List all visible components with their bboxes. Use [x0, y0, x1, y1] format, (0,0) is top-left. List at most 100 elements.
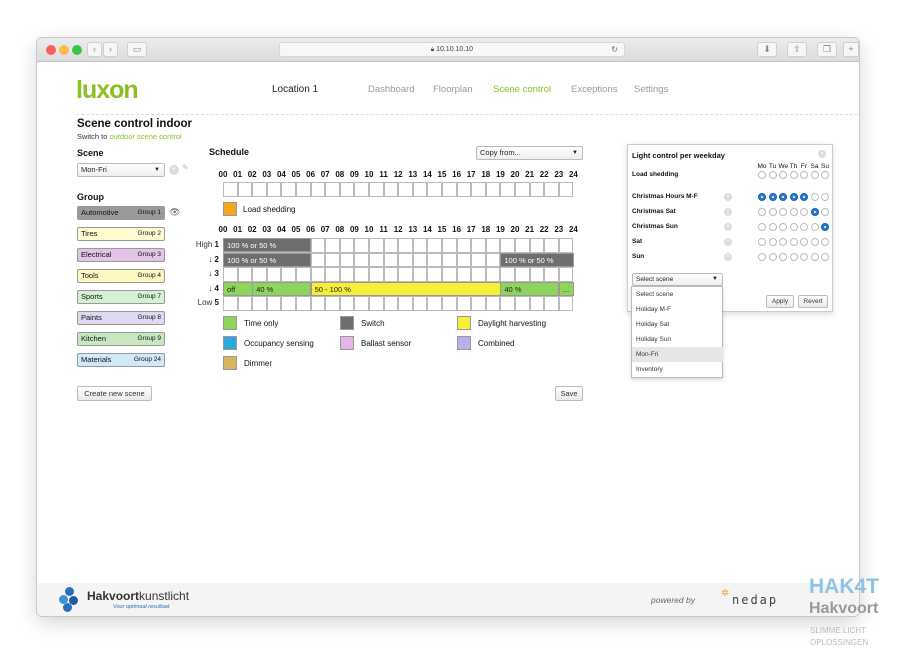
weekday-radio[interactable]: [758, 193, 766, 201]
schedule-cell[interactable]: [471, 267, 486, 282]
schedule-cell[interactable]: [442, 267, 457, 282]
schedule-cell[interactable]: [310, 296, 326, 311]
schedule-cell[interactable]: [485, 252, 501, 268]
schedule-cell[interactable]: [471, 252, 486, 268]
schedule-cell[interactable]: [442, 252, 457, 268]
load-shedding-cell[interactable]: [296, 182, 311, 197]
schedule-cell[interactable]: [544, 296, 559, 311]
schedule-cell[interactable]: [296, 267, 311, 282]
load-shedding-cell[interactable]: [383, 182, 399, 197]
weekday-radio[interactable]: [758, 208, 766, 216]
schedule-cell[interactable]: [281, 296, 296, 311]
load-shedding-cell[interactable]: [354, 182, 369, 197]
dropdown-option[interactable]: Holiday Sat: [632, 317, 723, 332]
remove-row-icon[interactable]: ×: [724, 193, 732, 201]
weekday-radio[interactable]: [800, 253, 808, 261]
load-shedding-cell[interactable]: [500, 182, 515, 197]
weekday-radio[interactable]: [758, 253, 766, 261]
weekday-radio[interactable]: [779, 193, 787, 201]
schedule-cell[interactable]: [456, 252, 472, 268]
schedule-cell[interactable]: [325, 296, 340, 311]
schedule-cell[interactable]: [485, 238, 501, 253]
weekday-radio[interactable]: [810, 223, 819, 231]
schedule-cell[interactable]: [252, 267, 267, 282]
schedule-cell[interactable]: [369, 296, 384, 311]
load-shedding-cell[interactable]: [515, 182, 530, 197]
load-shedding-cell[interactable]: [310, 182, 326, 197]
eye-icon[interactable]: 👁︎: [169, 207, 180, 218]
weekday-radio[interactable]: [789, 171, 798, 179]
schedule-cell[interactable]: [237, 267, 253, 282]
remove-row-icon[interactable]: ×: [724, 208, 732, 216]
schedule-cell[interactable]: [442, 296, 457, 311]
weekday-radio[interactable]: [821, 208, 829, 216]
schedule-cell[interactable]: [412, 238, 428, 253]
schedule-cell[interactable]: [558, 267, 574, 282]
schedule-cell[interactable]: [456, 267, 472, 282]
schedule-cell[interactable]: [325, 238, 340, 253]
schedule-cell[interactable]: [500, 267, 515, 282]
weekday-radio[interactable]: [779, 253, 787, 261]
load-shedding-cell[interactable]: [412, 182, 428, 197]
weekday-radio[interactable]: [758, 223, 766, 231]
schedule-cell[interactable]: [383, 267, 399, 282]
schedule-cell[interactable]: [223, 267, 238, 282]
weekday-radio[interactable]: [768, 238, 777, 246]
dropdown-option[interactable]: Select scene: [632, 287, 723, 302]
schedule-cell[interactable]: [398, 267, 413, 282]
schedule-cell[interactable]: [310, 252, 326, 268]
load-shedding-cell[interactable]: [442, 182, 457, 197]
group-item[interactable]: Materials Group 24: [77, 353, 165, 367]
schedule-cell[interactable]: [529, 296, 545, 311]
group-item[interactable]: Tools Group 4: [77, 269, 165, 283]
remove-row-icon[interactable]: ×: [724, 253, 732, 261]
dropdown-option[interactable]: Mon-Fri: [632, 347, 723, 362]
weekday-radio[interactable]: [779, 238, 787, 246]
close-panel-icon[interactable]: ×: [818, 150, 826, 158]
schedule-cell[interactable]: [558, 296, 574, 311]
outdoor-scene-link[interactable]: outdoor scene control: [110, 132, 182, 141]
schedule-cell[interactable]: [500, 238, 515, 253]
schedule-segment[interactable]: 100 % or 50 %: [223, 238, 312, 252]
load-shedding-cell[interactable]: [281, 182, 296, 197]
schedule-cell[interactable]: [427, 238, 442, 253]
address-bar[interactable]: 🔒︎ 10.10.10.10 ↻: [279, 42, 625, 57]
dropdown-option[interactable]: Holiday Sun: [632, 332, 723, 347]
schedule-cell[interactable]: [354, 267, 369, 282]
group-item[interactable]: Kitchen Group 9: [77, 332, 165, 346]
schedule-cell[interactable]: [354, 238, 369, 253]
schedule-cell[interactable]: [339, 296, 355, 311]
weekday-radio[interactable]: [768, 193, 777, 201]
schedule-cell[interactable]: [398, 238, 413, 253]
revert-button[interactable]: Revert: [798, 295, 828, 308]
load-shedding-cell[interactable]: [325, 182, 340, 197]
schedule-cell[interactable]: [369, 252, 384, 268]
schedule-cell[interactable]: [223, 296, 238, 311]
schedule-cell[interactable]: [369, 238, 384, 253]
weekday-radio[interactable]: [779, 208, 787, 216]
schedule-cell[interactable]: [500, 296, 515, 311]
schedule-cell[interactable]: [325, 252, 340, 268]
schedule-cell[interactable]: [515, 238, 530, 253]
nav-dashboard[interactable]: Dashboard: [368, 84, 414, 95]
schedule-cell[interactable]: [558, 238, 574, 253]
weekday-radio[interactable]: [789, 238, 798, 246]
reload-icon[interactable]: ↻: [611, 43, 618, 56]
schedule-cell[interactable]: [515, 267, 530, 282]
schedule-cell[interactable]: [515, 296, 530, 311]
schedule-cell[interactable]: [398, 296, 413, 311]
group-item[interactable]: Paints Group 8: [77, 311, 165, 325]
group-item[interactable]: Electrical Group 3: [77, 248, 165, 262]
schedule-cell[interactable]: [442, 238, 457, 253]
schedule-cell[interactable]: [412, 296, 428, 311]
load-shedding-cell[interactable]: [237, 182, 253, 197]
schedule-segment[interactable]: 40 %: [252, 281, 312, 296]
schedule-cell[interactable]: [383, 252, 399, 268]
schedule-cell[interactable]: [529, 267, 545, 282]
sidebar-icon[interactable]: ▭: [127, 42, 147, 57]
load-shedding-cell[interactable]: [223, 182, 238, 197]
weekday-radio[interactable]: [810, 208, 819, 216]
weekday-radio[interactable]: [768, 208, 777, 216]
back-icon[interactable]: ‹: [87, 42, 102, 57]
schedule-cell[interactable]: [296, 296, 311, 311]
